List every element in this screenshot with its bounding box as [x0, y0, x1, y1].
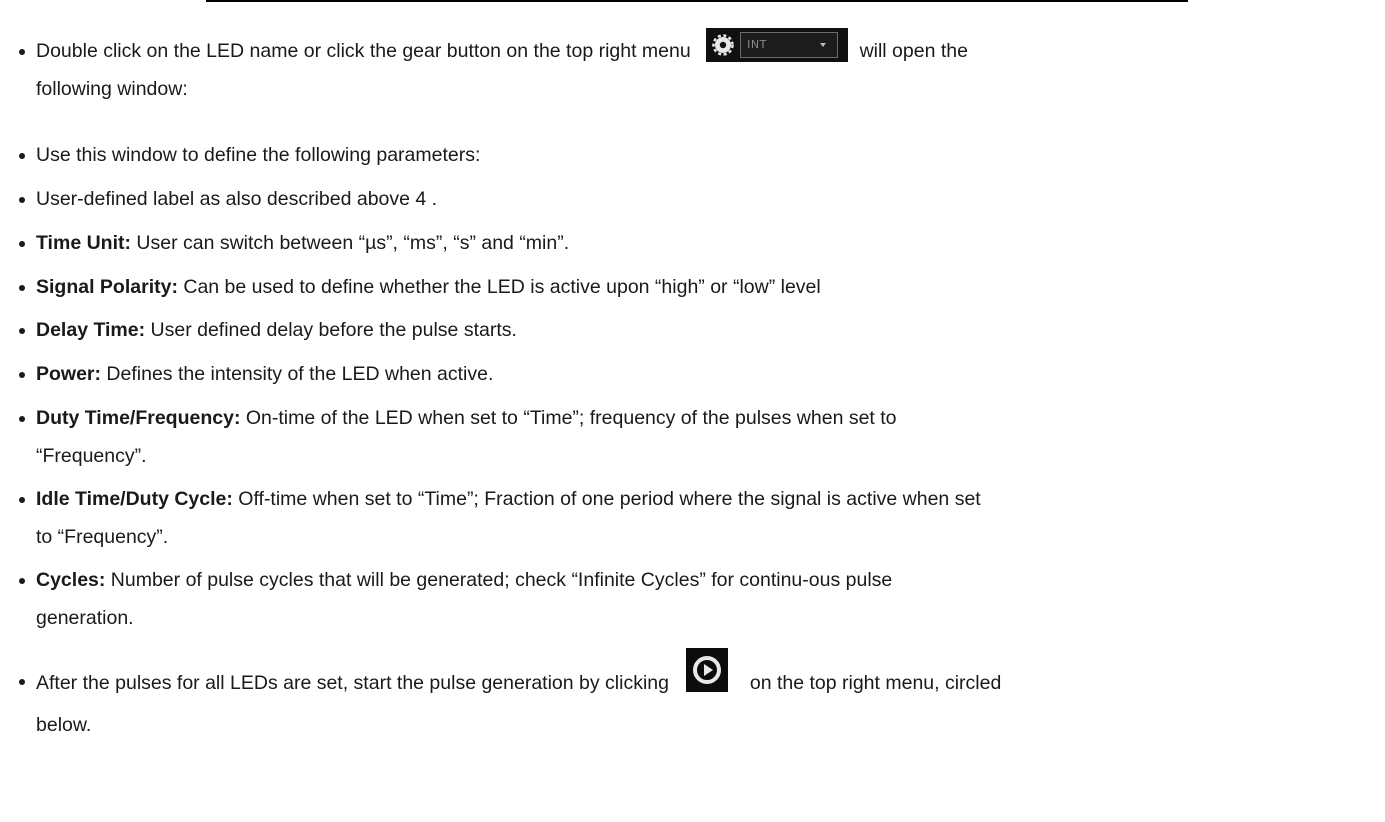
list-item: User-defined label as also described abo… [18, 180, 1370, 218]
bullet-dot [19, 416, 25, 422]
item-text: Double click on the LED name or click th… [36, 40, 691, 62]
list-item: Double click on the LED name or click th… [18, 27, 1370, 108]
item-term: Delay Time: [36, 319, 146, 341]
settings-menu-widget: INT [706, 27, 849, 62]
item-term: Time Unit: [36, 232, 131, 254]
item-text: Use this window to define the following … [36, 144, 481, 166]
mode-select: INT [740, 31, 839, 58]
list-item: Signal Polarity: Can be used to define w… [18, 268, 1370, 306]
item-term: Cycles: [36, 569, 106, 591]
list-item: Power: Defines the intensity of the LED … [18, 355, 1370, 393]
mode-select-value: INT [747, 37, 767, 51]
item-term: Power: [36, 363, 102, 385]
bullet-dot [19, 241, 25, 247]
item-text: Defines the intensity of the LED when ac… [101, 363, 494, 385]
item-text-after: on the top right menu, circled [749, 672, 1002, 695]
bullet-dot [19, 49, 25, 55]
item-text: After the pulses for all LEDs are set, s… [36, 672, 669, 695]
item-text: Can be used to define whether the LED is… [177, 276, 821, 298]
item-text: Number of pulse cycles that will be gene… [105, 569, 893, 591]
item-text: Off-time when set to “Time”; Fraction of… [232, 488, 981, 510]
list-item: Cycles: Number of pulse cycles that will… [18, 561, 1370, 637]
item-term: Idle Time/Duty Cycle: [36, 488, 233, 510]
item-text: On-time of the LED when set to “Time”; f… [240, 407, 897, 429]
bullet-dot [19, 679, 25, 685]
list-item: Use this window to define the following … [18, 136, 1370, 174]
bullet-dot [19, 153, 25, 159]
chevron-down-icon [820, 42, 827, 47]
item-text-continuation: generation. [36, 607, 134, 629]
item-term: Signal Polarity: [36, 276, 178, 298]
list-item: Delay Time: User defined delay before th… [18, 311, 1370, 349]
list-item: After the pulses for all LEDs are set, s… [18, 648, 1370, 744]
item-text-continuation: “Frequency”. [36, 445, 147, 467]
gear-icon [712, 34, 734, 56]
item-text-continuation: following window: [36, 78, 188, 100]
item-text: User can switch between “µs”, “ms”, “s” … [130, 232, 570, 254]
item-text: User defined delay before the pulse star… [145, 319, 517, 341]
bullet-dot [19, 372, 25, 378]
top-divider-bar [206, 0, 1188, 2]
bullet-dot [19, 497, 25, 503]
bullet-dot [19, 197, 25, 203]
item-text-continuation: below. [36, 714, 92, 736]
item-text-after: will open the [859, 40, 968, 62]
list-item: Duty Time/Frequency: On-time of the LED … [18, 399, 1370, 475]
play-icon [693, 656, 722, 684]
item-text-continuation: to “Frequency”. [36, 526, 169, 548]
list-item: Time Unit: User can switch between “µs”,… [18, 224, 1370, 262]
start-pulse-widget [686, 648, 729, 692]
bullet-dot [19, 328, 25, 334]
bullet-dot [19, 578, 25, 584]
bullet-dot [19, 285, 25, 291]
item-term: Duty Time/Frequency: [36, 407, 241, 429]
item-text: User-defined label as also described abo… [36, 188, 438, 210]
list-item: Idle Time/Duty Cycle: Off-time when set … [18, 480, 1370, 556]
